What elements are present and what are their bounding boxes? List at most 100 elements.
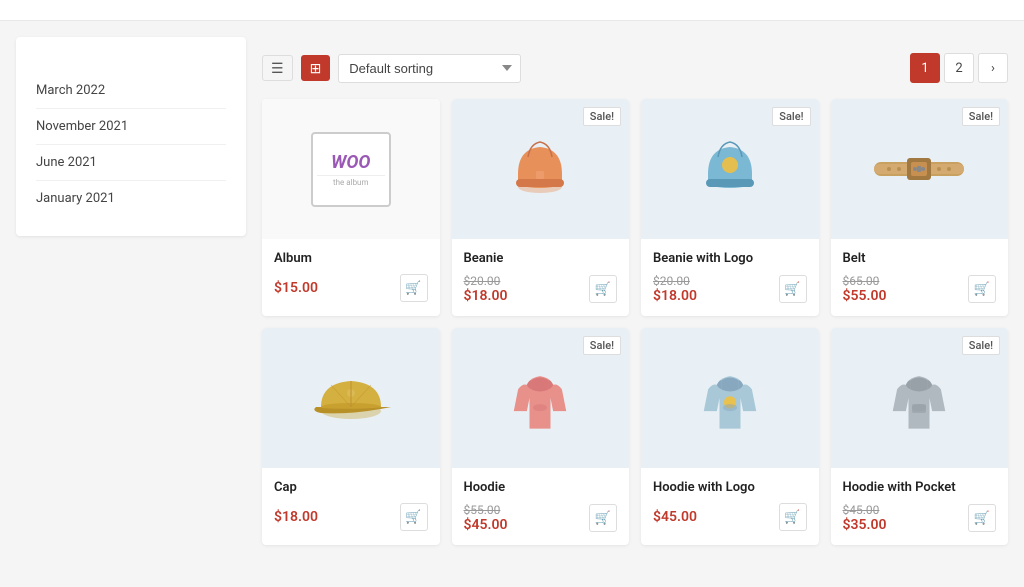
archives-list: March 2022November 2021June 2021January … (36, 73, 226, 216)
price-wrapper: $45.00 $35.00 (843, 503, 887, 533)
price-single: $15.00 (274, 280, 318, 296)
price-single: $45.00 (653, 509, 697, 525)
page-wrapper: March 2022November 2021June 2021January … (0, 0, 1024, 587)
price-original: $45.00 (843, 503, 887, 517)
sale-badge: Sale! (962, 107, 1000, 126)
product-image-area (641, 328, 819, 468)
sidebar: March 2022November 2021June 2021January … (16, 37, 246, 545)
add-to-cart-button[interactable]: 🛒 (968, 275, 996, 303)
toolbar: ☰ ⊞ Default sortingSort by popularitySor… (262, 53, 1008, 83)
hoodie-blue-illustration (695, 353, 765, 443)
product-price-row: $20.00 $18.00 🛒 (653, 274, 807, 304)
add-to-cart-button[interactable]: 🛒 (779, 503, 807, 531)
product-info: Hoodie with Logo $45.00 🛒 (641, 468, 819, 543)
sidebar-item-january-2021[interactable]: January 2021 (36, 181, 226, 216)
price-original: $20.00 (464, 274, 508, 288)
product-name: Cap (274, 480, 428, 495)
sale-badge: Sale! (962, 336, 1000, 355)
hoodie-gray-illustration (884, 353, 954, 443)
product-name: Album (274, 251, 428, 266)
shop-area: ☰ ⊞ Default sortingSort by popularitySor… (262, 37, 1008, 545)
page-btn-1[interactable]: 1 (910, 53, 940, 83)
beanie-orange-illustration (500, 129, 580, 209)
products-grid: WOO the album Album $15.00 🛒 Sale! Beani… (262, 99, 1008, 545)
beanie-blue-illustration (690, 129, 770, 209)
price-wrapper: $20.00 $18.00 (653, 274, 697, 304)
product-image-area: Sale! (452, 328, 630, 468)
pagination: 12› (910, 53, 1008, 83)
price-current: $35.00 (843, 517, 887, 533)
cap-illustration (306, 363, 396, 433)
price-original: $55.00 (464, 503, 508, 517)
product-info: Hoodie with Pocket $45.00 $35.00 🛒 (831, 468, 1009, 545)
product-name: Beanie with Logo (653, 251, 807, 266)
product-price-row: $45.00 🛒 (653, 503, 807, 531)
product-name: Hoodie with Logo (653, 480, 807, 495)
product-card-hoodie[interactable]: Sale! Hoodie $55.00 $45.00 🛒 (452, 328, 630, 545)
product-info: Album $15.00 🛒 (262, 239, 440, 314)
sale-badge: Sale! (583, 107, 621, 126)
sidebar-item-june-2021[interactable]: June 2021 (36, 145, 226, 181)
product-image-area: Sale! (831, 328, 1009, 468)
product-image-area: Sale! (831, 99, 1009, 239)
price-current: $18.00 (653, 288, 697, 304)
add-to-cart-button[interactable]: 🛒 (589, 275, 617, 303)
price-original: $20.00 (653, 274, 697, 288)
sidebar-item-march-2022[interactable]: March 2022 (36, 73, 226, 109)
product-price-row: $15.00 🛒 (274, 274, 428, 302)
price-single: $18.00 (274, 509, 318, 525)
product-image-area: Sale! (641, 99, 819, 239)
album-illustration: WOO the album (311, 132, 391, 207)
add-to-cart-button[interactable]: 🛒 (400, 503, 428, 531)
belt-illustration (869, 139, 969, 199)
hoodie-pink-illustration (505, 353, 575, 443)
list-view-button[interactable]: ☰ (262, 55, 293, 81)
price-original: $65.00 (843, 274, 887, 288)
product-info: Hoodie $55.00 $45.00 🛒 (452, 468, 630, 545)
product-info: Belt $65.00 $55.00 🛒 (831, 239, 1009, 316)
product-card-beanie-logo[interactable]: Sale! Beanie with Logo $20.00 $18.00 🛒 (641, 99, 819, 316)
product-info: Beanie with Logo $20.00 $18.00 🛒 (641, 239, 819, 316)
product-price-row: $45.00 $35.00 🛒 (843, 503, 997, 533)
main-content: March 2022November 2021June 2021January … (0, 21, 1024, 561)
product-name: Belt (843, 251, 997, 266)
product-name: Beanie (464, 251, 618, 266)
product-price-row: $55.00 $45.00 🛒 (464, 503, 618, 533)
product-price-row: $20.00 $18.00 🛒 (464, 274, 618, 304)
sidebar-card: March 2022November 2021June 2021January … (16, 37, 246, 236)
product-card-hoodie-logo[interactable]: Hoodie with Logo $45.00 🛒 (641, 328, 819, 545)
grid-view-button[interactable]: ⊞ (301, 55, 331, 81)
add-to-cart-button[interactable]: 🛒 (779, 275, 807, 303)
price-current: $55.00 (843, 288, 887, 304)
toolbar-left: ☰ ⊞ Default sortingSort by popularitySor… (262, 54, 521, 83)
price-wrapper: $65.00 $55.00 (843, 274, 887, 304)
product-image-area: WOO the album (262, 99, 440, 239)
sale-badge: Sale! (772, 107, 810, 126)
product-card-cap[interactable]: Cap $18.00 🛒 (262, 328, 440, 545)
product-image-area (262, 328, 440, 468)
add-to-cart-button[interactable]: 🛒 (400, 274, 428, 302)
product-price-row: $65.00 $55.00 🛒 (843, 274, 997, 304)
sidebar-item-november-2021[interactable]: November 2021 (36, 109, 226, 145)
price-wrapper: $55.00 $45.00 (464, 503, 508, 533)
product-info: Beanie $20.00 $18.00 🛒 (452, 239, 630, 316)
product-name: Hoodie (464, 480, 618, 495)
price-wrapper: $20.00 $18.00 (464, 274, 508, 304)
product-image-area: Sale! (452, 99, 630, 239)
breadcrumb (0, 0, 1024, 21)
product-card-hoodie-pocket[interactable]: Sale! Hoodie with Pocket $45.00 $35.00 🛒 (831, 328, 1009, 545)
product-price-row: $18.00 🛒 (274, 503, 428, 531)
add-to-cart-button[interactable]: 🛒 (589, 504, 617, 532)
product-card-belt[interactable]: Sale! Belt $65.00 $55.00 (831, 99, 1009, 316)
product-card-beanie[interactable]: Sale! Beanie $20.00 $18.00 🛒 (452, 99, 630, 316)
page-btn-2[interactable]: 2 (944, 53, 974, 83)
product-info: Cap $18.00 🛒 (262, 468, 440, 543)
product-card-album[interactable]: WOO the album Album $15.00 🛒 (262, 99, 440, 316)
add-to-cart-button[interactable]: 🛒 (968, 504, 996, 532)
price-current: $18.00 (464, 288, 508, 304)
sort-select[interactable]: Default sortingSort by popularitySort by… (338, 54, 521, 83)
product-name: Hoodie with Pocket (843, 480, 997, 495)
price-current: $45.00 (464, 517, 508, 533)
sale-badge: Sale! (583, 336, 621, 355)
page-next-button[interactable]: › (978, 53, 1008, 83)
